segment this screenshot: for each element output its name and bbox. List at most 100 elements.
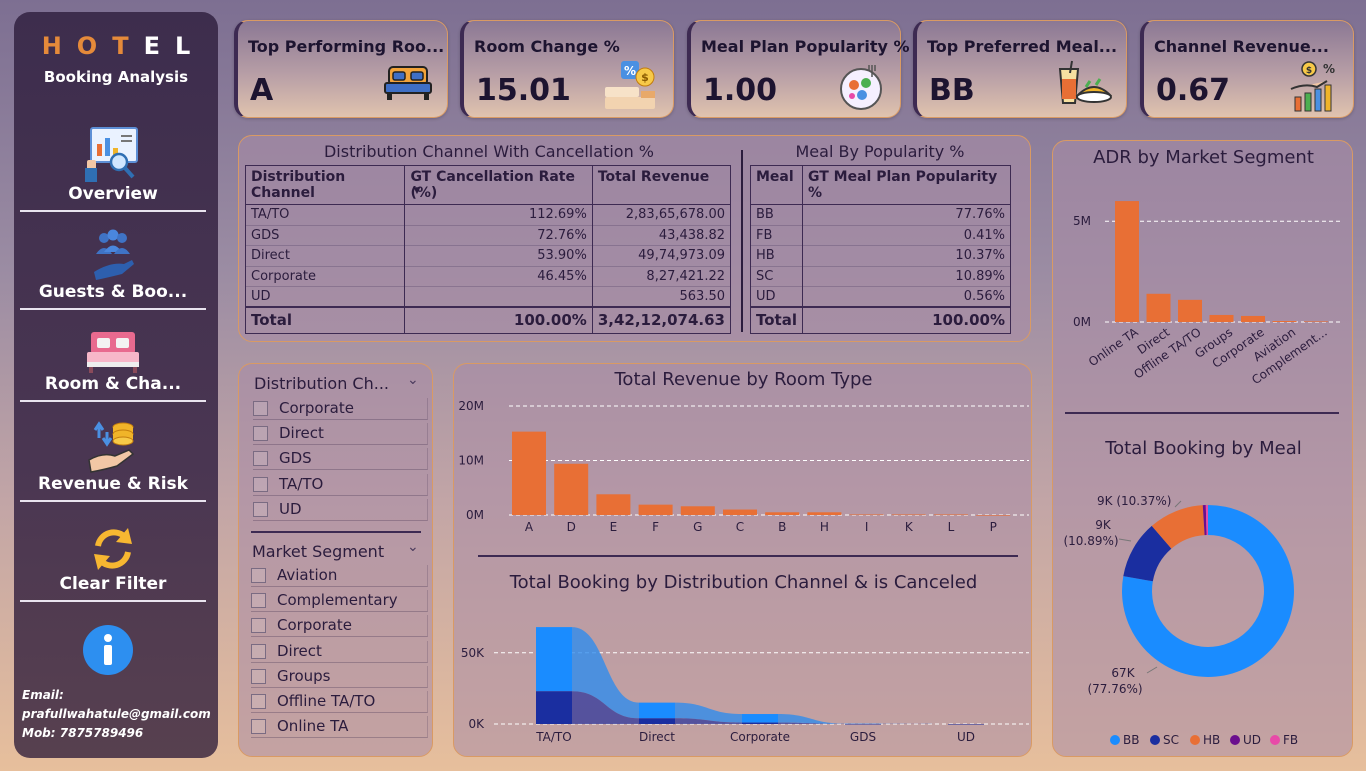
stack-segment[interactable] — [639, 718, 675, 724]
slicer-item[interactable]: Online TA — [251, 716, 428, 739]
meal-table: Meal GT Meal Plan Popularity % BB 77.76% … — [750, 165, 1011, 334]
table-row: UD 563.50 — [244, 286, 732, 308]
info-icon[interactable] — [82, 624, 134, 676]
bar[interactable] — [1209, 314, 1234, 322]
chart-title-meal-booking: Total Booking by Meal — [1105, 438, 1302, 459]
slicer-item[interactable]: Aviation — [251, 565, 428, 587]
bar[interactable] — [1178, 299, 1202, 322]
stack-segment[interactable] — [742, 722, 778, 724]
bar[interactable] — [1115, 201, 1139, 322]
table-header-row: Meal GT Meal Plan Popularity % — [750, 165, 1011, 205]
checkbox[interactable] — [253, 401, 268, 416]
logo-subtitle: Booking Analysis — [43, 68, 189, 86]
kpi-card-meal-plan: Meal Plan Popularity % 1.00 — [687, 20, 910, 118]
logo: HOTEL Booking Analysis — [14, 32, 218, 86]
slicer-item[interactable]: Corporate — [253, 398, 428, 420]
bar[interactable] — [807, 512, 842, 515]
nav-guests-bookings[interactable]: Guests & Boo... — [20, 228, 206, 310]
column-header[interactable]: Total Revenue — [591, 165, 732, 205]
bed-icon — [384, 66, 432, 100]
slicer-item[interactable]: Direct — [251, 640, 428, 663]
stack-segment[interactable] — [948, 723, 984, 725]
chevron-down-icon[interactable]: ⌄ — [407, 539, 419, 555]
leader-line — [1174, 500, 1182, 508]
bar[interactable] — [1241, 315, 1265, 322]
table-row: FB 0.41% — [750, 225, 1011, 246]
checkbox[interactable] — [253, 476, 268, 492]
bar[interactable] — [765, 512, 800, 515]
bar[interactable] — [891, 514, 926, 516]
meal-table-title: Meal By Popularity % — [795, 142, 965, 161]
legend-marker — [1110, 735, 1120, 745]
stack-segment[interactable] — [536, 691, 572, 724]
meal-donut-chart: 9K (10.37%) 9K (10.89%) 67K (77.76%) BB SC HB UD… — [1063, 494, 1298, 747]
stack-segment[interactable] — [536, 627, 572, 692]
stack-segment[interactable] — [639, 702, 675, 719]
checkbox[interactable] — [253, 501, 268, 517]
bar[interactable] — [1272, 320, 1297, 322]
right-chart-panel: ADR by Market Segment 0M 5M Online TA Direc… — [1052, 140, 1353, 757]
chevron-down-icon[interactable]: ⌄ — [407, 372, 419, 388]
slicer-item[interactable]: Complementary — [251, 590, 428, 613]
slicer-item[interactable]: Groups — [251, 665, 428, 688]
bar[interactable] — [680, 506, 715, 515]
checkbox[interactable] — [253, 426, 268, 442]
checkbox[interactable] — [251, 668, 266, 684]
clear-filter-button[interactable]: Clear Filter — [20, 524, 206, 602]
x-tick-label: H — [820, 520, 829, 534]
contact-info: Email: prafullwahatule@gmail.com Mob: 78… — [22, 686, 211, 743]
kpi-value: A — [250, 73, 274, 108]
nav-overview[interactable]: Overview — [20, 124, 206, 212]
divider — [251, 531, 421, 533]
checkbox[interactable] — [251, 694, 266, 709]
svg-text:$: $ — [641, 71, 649, 84]
slicer-item[interactable]: UD — [253, 498, 428, 521]
kpi-card-room-change: Room Change % 15.01 % $ — [460, 20, 674, 118]
bar[interactable] — [976, 515, 1011, 516]
table-row: BB 77.76% — [750, 204, 1011, 226]
stack-segment[interactable] — [742, 714, 778, 723]
column-header[interactable]: GT Cancellation Rate (%) ▼ — [404, 165, 593, 205]
legend-label: FB — [1283, 733, 1298, 747]
ribbon-not-canceled — [572, 627, 948, 724]
bar[interactable] — [723, 509, 757, 515]
checkbox[interactable] — [251, 568, 266, 583]
slicer-item[interactable]: GDS — [253, 448, 428, 471]
column-header[interactable]: GT Meal Plan Popularity % — [802, 165, 1011, 205]
bar[interactable] — [554, 463, 589, 515]
x-tick-label: C — [736, 520, 744, 534]
bar[interactable] — [512, 431, 546, 515]
nav-label: Revenue & Risk — [38, 474, 188, 494]
checkbox[interactable] — [251, 719, 266, 735]
bar[interactable] — [849, 514, 884, 516]
checkbox[interactable] — [251, 618, 266, 634]
slicer-item[interactable]: TA/TO — [253, 473, 428, 496]
bar[interactable] — [638, 504, 673, 515]
nav-revenue-risk[interactable]: Revenue & Risk — [20, 418, 206, 502]
checkbox[interactable] — [251, 593, 266, 609]
bar[interactable] — [934, 514, 968, 516]
kpi-value: 0.67 — [1156, 73, 1231, 108]
bar[interactable] — [596, 494, 631, 515]
slicer-item[interactable]: Corporate — [251, 615, 428, 638]
slicer-item-label: GDS — [279, 449, 312, 468]
column-header[interactable]: Meal — [750, 165, 803, 205]
column-header[interactable]: Distribution Channel — [244, 165, 406, 205]
nav-room-channel[interactable]: Room & Cha... — [20, 330, 206, 402]
x-tick-label: L — [948, 520, 955, 534]
bar[interactable] — [1146, 293, 1171, 322]
slicer-item[interactable]: Offline TA/TO — [251, 691, 428, 713]
stack-segment[interactable] — [845, 723, 881, 725]
slicer-item[interactable]: Direct — [253, 423, 428, 446]
checkbox[interactable] — [253, 451, 268, 467]
chart-title-booking-channel: Total Booking by Distribution Channel & … — [509, 572, 978, 593]
food-drink-icon — [1058, 60, 1112, 104]
room-revenue-chart: 0M 10M 20M A D E F G C B H I K L P — [458, 399, 1029, 534]
bar[interactable] — [1304, 321, 1328, 322]
checkbox[interactable] — [251, 643, 266, 659]
sort-desc-icon: ▼ — [413, 186, 421, 196]
divider — [478, 555, 1018, 557]
table-row: HB 10.37% — [750, 245, 1011, 267]
y-tick-label: 10M — [458, 454, 484, 468]
x-tick-label: B — [778, 520, 786, 534]
